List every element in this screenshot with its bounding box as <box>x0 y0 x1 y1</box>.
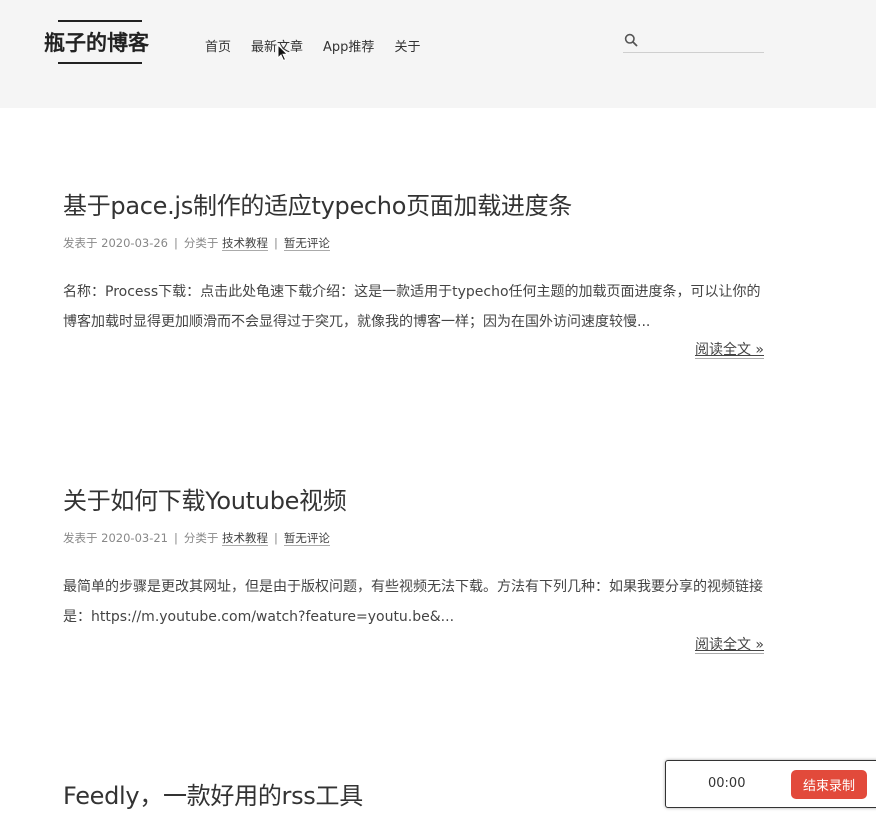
post-category-prefix: 分类于 <box>183 236 219 250</box>
read-more-link[interactable]: 阅读全文 » <box>63 339 764 361</box>
post-category-link[interactable]: 技术教程 <box>222 236 269 251</box>
post-card: Feedly，一款好用的rss工具 <box>63 776 764 811</box>
site-header: 瓶子的博客 首页 最新文章 App推荐 关于 <box>0 0 876 108</box>
stop-recording-button[interactable]: 结束录制 <box>791 770 867 799</box>
search-icon[interactable] <box>624 33 638 47</box>
nav-item-home[interactable]: 首页 <box>205 36 231 55</box>
site-title[interactable]: 瓶子的博客 <box>44 27 149 57</box>
nav-item-about[interactable]: 关于 <box>394 36 420 55</box>
post-category-prefix: 分类于 <box>183 531 219 545</box>
post-excerpt: 名称：Process下载：点击此处龟速下载介绍：这是一款适用于typecho任何… <box>63 284 761 330</box>
post-comments-link[interactable]: 暂无评论 <box>283 236 330 251</box>
read-more-label[interactable]: 阅读全文 » <box>694 342 764 359</box>
recording-timer: 00:00 <box>708 776 746 791</box>
nav-item-apps[interactable]: App推荐 <box>323 36 374 55</box>
meta-separator: | <box>274 531 278 545</box>
logo-top-rule <box>58 20 142 22</box>
main-nav: 首页 最新文章 App推荐 关于 <box>205 36 440 55</box>
meta-separator: | <box>174 531 178 545</box>
meta-separator: | <box>274 236 278 250</box>
read-more-label[interactable]: 阅读全文 » <box>694 637 764 654</box>
site-logo[interactable]: 瓶子的博客 <box>44 20 149 64</box>
logo-bottom-rule <box>58 62 142 64</box>
post-title[interactable]: 基于pace.js制作的适应typecho页面加载进度条 <box>63 186 764 221</box>
search-box <box>623 30 764 53</box>
post-card: 基于pace.js制作的适应typecho页面加载进度条 发表于 2020-03… <box>63 186 764 361</box>
post-date: 发表于 2020-03-21 <box>63 531 168 545</box>
screen-recorder-panel: 00:00 结束录制 <box>665 760 876 808</box>
post-category-link[interactable]: 技术教程 <box>222 531 269 546</box>
post-excerpt: 最简单的步骤是更改其网址，但是由于版权问题，有些视频无法下载。方法有下列几种：如… <box>63 579 763 625</box>
post-title[interactable]: 关于如何下载Youtube视频 <box>63 481 764 516</box>
read-more-link[interactable]: 阅读全文 » <box>63 634 764 656</box>
search-input[interactable] <box>645 31 761 51</box>
post-comments-link[interactable]: 暂无评论 <box>283 531 330 546</box>
post-meta: 发表于 2020-03-26 | 分类于 技术教程 | 暂无评论 <box>63 235 764 251</box>
post-title[interactable]: Feedly，一款好用的rss工具 <box>63 776 764 811</box>
post-card: 关于如何下载Youtube视频 发表于 2020-03-21 | 分类于 技术教程 |… <box>63 481 764 656</box>
post-meta: 发表于 2020-03-21 | 分类于 技术教程 | 暂无评论 <box>63 530 764 546</box>
meta-separator: | <box>174 236 178 250</box>
post-date: 发表于 2020-03-26 <box>63 236 168 250</box>
mouse-cursor-icon <box>277 44 289 62</box>
